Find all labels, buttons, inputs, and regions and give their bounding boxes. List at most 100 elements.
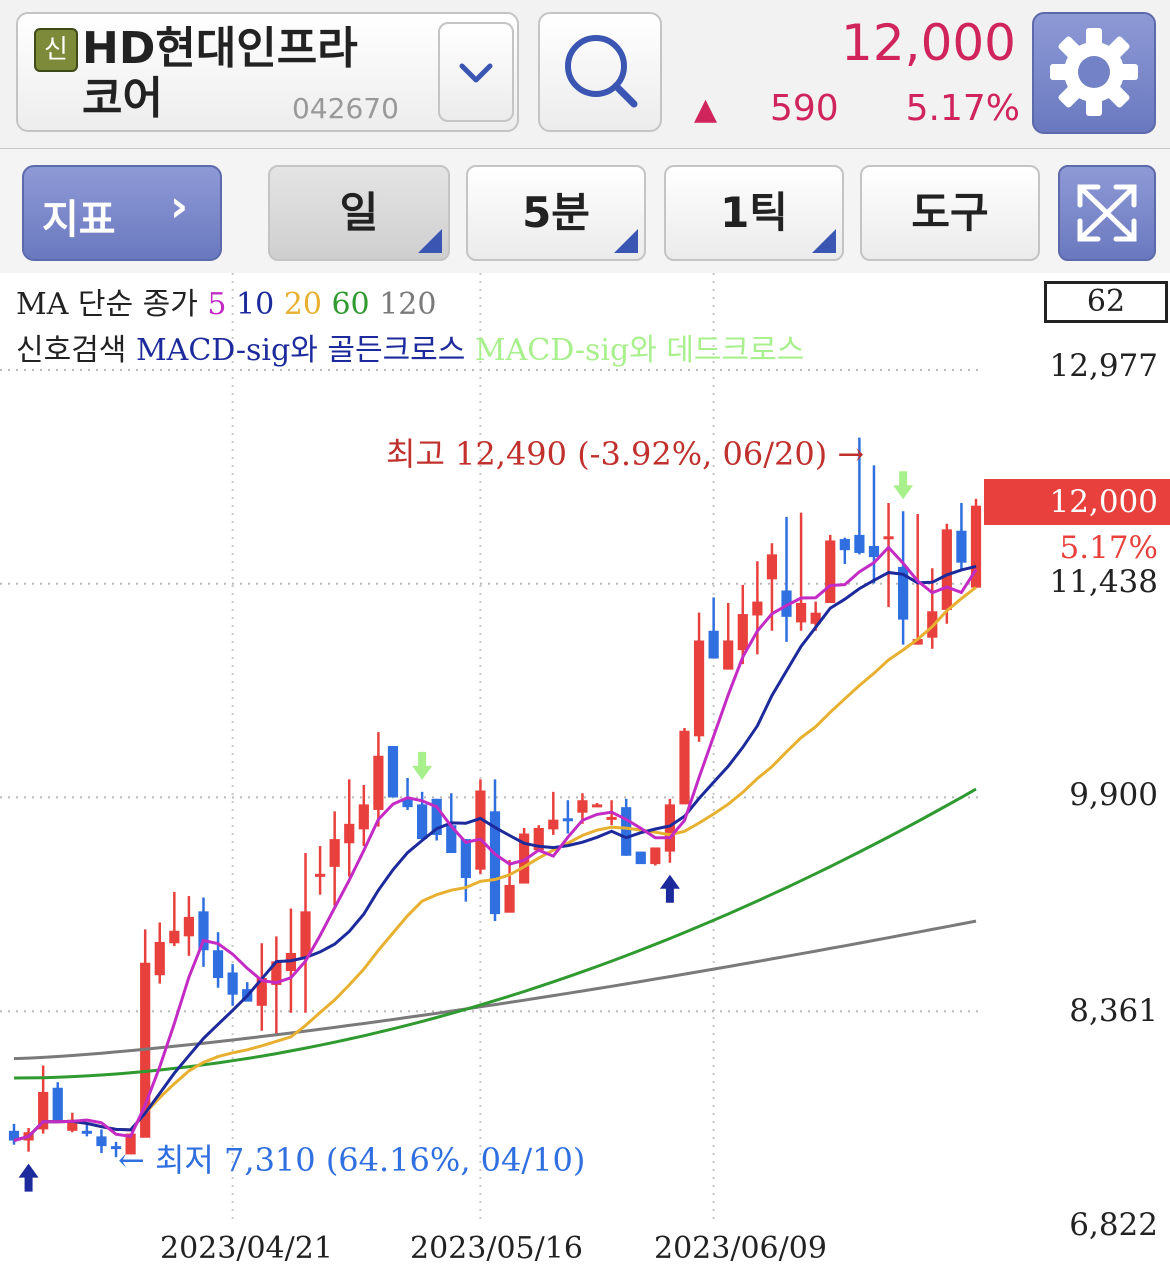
ma-legend-prefix: MA 단순 종가 <box>16 287 198 322</box>
x-tick: 2023/04/21 <box>160 1231 333 1266</box>
ma-period-60: 60 <box>321 287 370 322</box>
candle-body <box>300 911 311 958</box>
x-tick: 2023/06/09 <box>654 1231 827 1266</box>
corner-triangle-icon <box>614 229 638 253</box>
ma-period-5: 5 <box>207 287 227 322</box>
candle-body <box>169 930 180 944</box>
stock-selector[interactable]: 신 HD현대인프라코어 042670 <box>16 12 519 132</box>
y-tick: 6,822 <box>1069 1207 1158 1243</box>
ma-period-list: 5 10 20 60 120 <box>207 287 436 322</box>
candle-body <box>417 804 428 840</box>
header-bar: 신 HD현대인프라코어 042670 12,000 ▲ 590 5.17% <box>0 0 1170 149</box>
candle-body <box>358 804 369 830</box>
price-change-rate: 5.17% <box>905 88 1020 129</box>
high-annotation: 최고 12,490 (-3.92%, 06/20) → <box>386 435 865 473</box>
visible-count-box[interactable]: 62 <box>1044 281 1168 323</box>
y-tick: 8,361 <box>1069 993 1158 1029</box>
candle-body <box>679 730 690 805</box>
candle-body <box>52 1087 63 1123</box>
tools-button[interactable]: 도구 <box>860 165 1040 261</box>
chevron-down-icon <box>459 63 493 83</box>
candle-body <box>956 530 967 563</box>
candle-body <box>183 916 195 937</box>
corner-triangle-icon <box>418 229 442 253</box>
candle-body <box>344 823 355 844</box>
candle-body <box>96 1136 107 1147</box>
indicator-label: 지표 <box>42 197 116 243</box>
candlestick-chart[interactable] <box>0 273 1170 1279</box>
candle-body <box>475 790 486 870</box>
search-button[interactable] <box>538 12 662 132</box>
corner-triangle-icon <box>812 229 836 253</box>
y-tick: 12,977 <box>1049 348 1158 384</box>
low-annotation: ← 최저 7,310 (64.16%, 04/10) <box>118 1141 586 1179</box>
dead-cross-arrow-icon <box>412 751 433 780</box>
y-tick: 9,900 <box>1069 777 1158 813</box>
candle-body <box>154 941 165 976</box>
expand-button[interactable] <box>1058 165 1156 261</box>
candle-body <box>635 851 646 865</box>
candle-body <box>766 554 778 580</box>
candle-body <box>708 630 719 659</box>
candle-body <box>693 640 705 737</box>
candle-body <box>387 746 399 798</box>
current-price-box: 12,000 <box>984 479 1170 525</box>
period-day-button[interactable]: 일 <box>268 165 450 261</box>
ma-period-20: 20 <box>274 287 322 322</box>
candle-body <box>460 839 471 878</box>
toolbar: 지표 › 일 5분 1틱 도구 <box>0 149 1170 273</box>
candle-body <box>868 546 880 558</box>
candle-body <box>591 804 603 808</box>
price-change-row: ▲ 590 5.17% <box>690 88 1020 132</box>
period-tick-label: 1틱 <box>720 188 788 237</box>
period-minute-label: 5분 <box>522 188 590 237</box>
candle-body <box>854 534 865 553</box>
candle-body <box>212 950 224 979</box>
expand-icon <box>1077 184 1137 242</box>
price-change: 590 <box>770 88 839 129</box>
y-tick: 11,438 <box>1049 564 1158 600</box>
ma-legend: MA 단순 종가 5 10 20 60 120 <box>16 279 436 323</box>
candle-body <box>621 807 632 856</box>
signal-golden-cross: MACD-sig와 골든크로스 <box>135 333 466 368</box>
signal-legend-prefix: 신호검색 <box>16 333 127 368</box>
candle-body <box>795 602 807 623</box>
candle-body <box>941 529 952 610</box>
candle-body <box>504 884 515 913</box>
settings-button[interactable] <box>1032 12 1156 134</box>
dead-cross-arrow-icon <box>893 471 914 500</box>
up-arrow-icon: ▲ <box>694 92 718 127</box>
signal-dead-cross: MACD-sig와 데드크로스 <box>474 333 805 368</box>
golden-cross-arrow-icon <box>18 1163 39 1192</box>
candle-body <box>329 839 340 867</box>
period-day-label: 일 <box>339 188 379 237</box>
candle-body <box>314 873 326 877</box>
candle-body <box>723 640 734 670</box>
candle-body <box>227 972 238 995</box>
current-price: 12,000 <box>841 14 1016 72</box>
candle-body <box>81 1130 92 1134</box>
candle-body <box>606 816 617 820</box>
candle-body <box>650 847 661 865</box>
candle-body <box>752 601 763 616</box>
candle-body <box>548 819 559 830</box>
stock-code: 042670 <box>292 92 399 125</box>
ma-period-10: 10 <box>226 287 275 322</box>
signal-legend: 신호검색 MACD-sig와 골든크로스 MACD-sig와 데드크로스 <box>16 325 804 369</box>
candle-body <box>562 818 573 822</box>
golden-cross-arrow-icon <box>659 874 680 903</box>
period-tick-button[interactable]: 1틱 <box>664 165 844 261</box>
search-icon <box>565 35 638 108</box>
chart-area[interactable]: MA 단순 종가 5 10 20 60 120 신호검색 MACD-sig와 골… <box>0 273 1170 1279</box>
ma-120-line <box>13 919 977 1061</box>
x-tick: 2023/05/16 <box>410 1231 583 1266</box>
period-minute-button[interactable]: 5분 <box>466 165 646 261</box>
current-rate-label: 5.17% <box>1059 530 1158 566</box>
candle-body <box>825 540 836 603</box>
indicator-button[interactable]: 지표 › <box>22 165 222 261</box>
stock-dropdown-button[interactable] <box>438 22 514 122</box>
chevron-right-icon: › <box>170 181 189 232</box>
gear-icon <box>1050 28 1138 116</box>
tools-label: 도구 <box>911 188 989 237</box>
candle-body <box>737 614 748 651</box>
